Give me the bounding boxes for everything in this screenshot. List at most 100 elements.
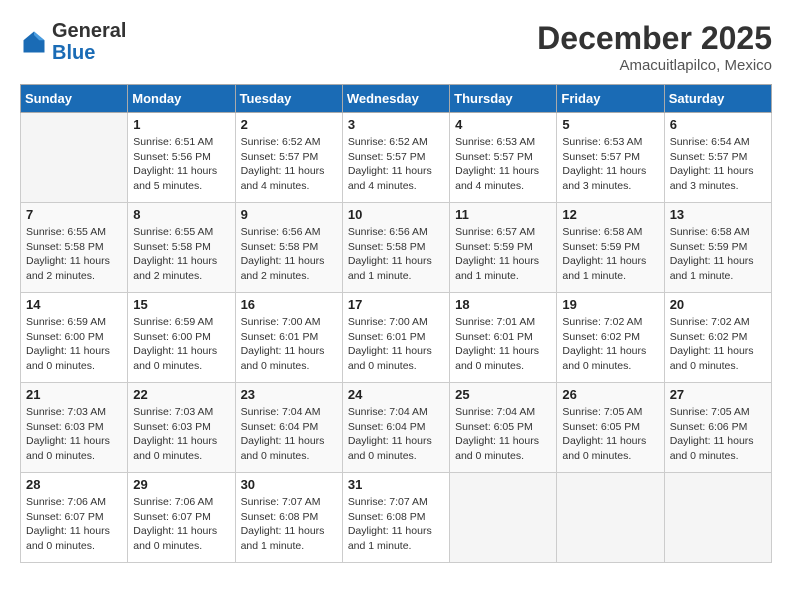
day-number: 1 xyxy=(133,117,229,132)
day-cell: 16Sunrise: 7:00 AMSunset: 6:01 PMDayligh… xyxy=(235,293,342,383)
day-cell: 20Sunrise: 7:02 AMSunset: 6:02 PMDayligh… xyxy=(664,293,771,383)
day-cell: 15 Sunrise: 6:59 AMSunset: 6:00 PMDayligh… xyxy=(128,293,235,383)
day-cell: 14 Sunrise: 6:59 AMSunset: 6:00 PMDayligh… xyxy=(21,293,128,383)
day-number: 6 xyxy=(670,117,766,132)
day-cell xyxy=(557,473,664,563)
day-cell: 22 Sunrise: 7:03 AMSunset: 6:03 PMDayligh… xyxy=(128,383,235,473)
day-number: 27 xyxy=(670,387,766,402)
day-number: 12 xyxy=(562,207,658,222)
day-number: 15 xyxy=(133,297,229,312)
day-cell xyxy=(664,473,771,563)
day-number: 14 xyxy=(26,297,122,312)
day-number: 17 xyxy=(348,297,444,312)
day-cell: 27 Sunrise: 7:05 AMSunset: 6:06 PMDayligh… xyxy=(664,383,771,473)
day-number: 20 xyxy=(670,297,766,312)
day-number: 31 xyxy=(348,477,444,492)
day-number: 26 xyxy=(562,387,658,402)
day-info: Sunrise: 7:00 AMSunset: 6:01 PMDaylight:… xyxy=(241,315,337,374)
day-info: Sunrise: 6:52 AMSunset: 5:57 PMDaylight:… xyxy=(348,135,444,194)
logo-blue: Blue xyxy=(52,42,95,64)
day-info: Sunrise: 6:54 AMSunset: 5:57 PMDaylight:… xyxy=(670,135,766,194)
day-number: 2 xyxy=(241,117,337,132)
day-info: Sunrise: 6:52 AMSunset: 5:57 PMDaylight:… xyxy=(241,135,337,194)
day-info: Sunrise: 7:05 AMSunset: 6:06 PMDaylight:… xyxy=(670,405,766,464)
day-number: 30 xyxy=(241,477,337,492)
day-cell: 17 Sunrise: 7:00 AMSunset: 6:01 PMDayligh… xyxy=(342,293,449,383)
day-info: Sunrise: 7:06 AMSunset: 6:07 PMDaylight:… xyxy=(133,495,229,554)
day-cell: 18Sunrise: 7:01 AMSunset: 6:01 PMDayligh… xyxy=(450,293,557,383)
day-cell: 9 Sunrise: 6:56 AMSunset: 5:58 PMDaylight… xyxy=(235,203,342,293)
day-number: 13 xyxy=(670,207,766,222)
day-cell xyxy=(21,113,128,203)
day-info: Sunrise: 6:56 AMSunset: 5:58 PMDaylight:… xyxy=(348,225,444,284)
day-info: Sunrise: 7:05 AMSunset: 6:05 PMDaylight:… xyxy=(562,405,658,464)
day-info: Sunrise: 6:53 AMSunset: 5:57 PMDaylight:… xyxy=(455,135,551,194)
weekday-header: Thursday xyxy=(450,85,557,113)
day-cell: 6 Sunrise: 6:54 AMSunset: 5:57 PMDaylight… xyxy=(664,113,771,203)
day-number: 19 xyxy=(562,297,658,312)
page-header: General Blue December 2025 Amacuitlapilc… xyxy=(20,20,772,74)
day-number: 29 xyxy=(133,477,229,492)
day-info: Sunrise: 6:55 AMSunset: 5:58 PMDaylight:… xyxy=(133,225,229,284)
day-cell: 30 Sunrise: 7:07 AMSunset: 6:08 PMDayligh… xyxy=(235,473,342,563)
weekday-header: Wednesday xyxy=(342,85,449,113)
day-cell: 21 Sunrise: 7:03 AMSunset: 6:03 PMDayligh… xyxy=(21,383,128,473)
day-info: Sunrise: 7:04 AMSunset: 6:04 PMDaylight:… xyxy=(348,405,444,464)
day-cell: 5Sunrise: 6:53 AMSunset: 5:57 PMDaylight… xyxy=(557,113,664,203)
day-info: Sunrise: 7:04 AMSunset: 6:05 PMDaylight:… xyxy=(455,405,551,464)
day-cell: 24 Sunrise: 7:04 AMSunset: 6:04 PMDayligh… xyxy=(342,383,449,473)
day-number: 28 xyxy=(26,477,122,492)
day-cell: 19 Sunrise: 7:02 AMSunset: 6:02 PMDayligh… xyxy=(557,293,664,383)
day-info: Sunrise: 6:58 AMSunset: 5:59 PMDaylight:… xyxy=(562,225,658,284)
logo-icon xyxy=(20,28,48,56)
day-info: Sunrise: 7:07 AMSunset: 6:08 PMDaylight:… xyxy=(348,495,444,554)
week-row: 14 Sunrise: 6:59 AMSunset: 6:00 PMDayligh… xyxy=(21,293,772,383)
calendar-header: SundayMondayTuesdayWednesdayThursdayFrid… xyxy=(21,85,772,113)
day-cell: 31 Sunrise: 7:07 AMSunset: 6:08 PMDayligh… xyxy=(342,473,449,563)
day-number: 22 xyxy=(133,387,229,402)
day-number: 9 xyxy=(241,207,337,222)
day-cell: 1Sunrise: 6:51 AMSunset: 5:56 PMDaylight… xyxy=(128,113,235,203)
day-info: Sunrise: 6:57 AMSunset: 5:59 PMDaylight:… xyxy=(455,225,551,284)
day-info: Sunrise: 6:59 AMSunset: 6:00 PMDaylight:… xyxy=(133,315,229,374)
calendar: SundayMondayTuesdayWednesdayThursdayFrid… xyxy=(20,84,772,563)
weekday-header: Sunday xyxy=(21,85,128,113)
day-cell: 23Sunrise: 7:04 AMSunset: 6:04 PMDayligh… xyxy=(235,383,342,473)
day-info: Sunrise: 7:03 AMSunset: 6:03 PMDaylight:… xyxy=(133,405,229,464)
weekday-header: Saturday xyxy=(664,85,771,113)
day-info: Sunrise: 7:02 AMSunset: 6:02 PMDaylight:… xyxy=(562,315,658,374)
week-row: 28 Sunrise: 7:06 AMSunset: 6:07 PMDayligh… xyxy=(21,473,772,563)
day-info: Sunrise: 7:07 AMSunset: 6:08 PMDaylight:… xyxy=(241,495,337,554)
day-info: Sunrise: 6:53 AMSunset: 5:57 PMDaylight:… xyxy=(562,135,658,194)
day-cell xyxy=(450,473,557,563)
day-number: 4 xyxy=(455,117,551,132)
week-row: 7 Sunrise: 6:55 AMSunset: 5:58 PMDaylight… xyxy=(21,203,772,293)
day-number: 21 xyxy=(26,387,122,402)
day-info: Sunrise: 7:00 AMSunset: 6:01 PMDaylight:… xyxy=(348,315,444,374)
day-cell: 12 Sunrise: 6:58 AMSunset: 5:59 PMDayligh… xyxy=(557,203,664,293)
day-cell: 8Sunrise: 6:55 AMSunset: 5:58 PMDaylight… xyxy=(128,203,235,293)
day-info: Sunrise: 6:59 AMSunset: 6:00 PMDaylight:… xyxy=(26,315,122,374)
week-row: 21 Sunrise: 7:03 AMSunset: 6:03 PMDayligh… xyxy=(21,383,772,473)
day-info: Sunrise: 7:03 AMSunset: 6:03 PMDaylight:… xyxy=(26,405,122,464)
day-info: Sunrise: 6:58 AMSunset: 5:59 PMDaylight:… xyxy=(670,225,766,284)
weekday-row: SundayMondayTuesdayWednesdayThursdayFrid… xyxy=(21,85,772,113)
day-cell: 28Sunrise: 7:06 AMSunset: 6:07 PMDayligh… xyxy=(21,473,128,563)
weekday-header: Monday xyxy=(128,85,235,113)
day-number: 11 xyxy=(455,207,551,222)
day-info: Sunrise: 6:56 AMSunset: 5:58 PMDaylight:… xyxy=(241,225,337,284)
day-number: 25 xyxy=(455,387,551,402)
day-number: 7 xyxy=(26,207,122,222)
day-cell: 2 Sunrise: 6:52 AMSunset: 5:57 PMDaylight… xyxy=(235,113,342,203)
day-cell: 13 Sunrise: 6:58 AMSunset: 5:59 PMDayligh… xyxy=(664,203,771,293)
day-cell: 4 Sunrise: 6:53 AMSunset: 5:57 PMDaylight… xyxy=(450,113,557,203)
day-number: 24 xyxy=(348,387,444,402)
location: Amacuitlapilco, Mexico xyxy=(537,57,772,74)
day-cell: 25 Sunrise: 7:04 AMSunset: 6:05 PMDayligh… xyxy=(450,383,557,473)
day-number: 3 xyxy=(348,117,444,132)
day-number: 18 xyxy=(455,297,551,312)
day-info: Sunrise: 6:55 AMSunset: 5:58 PMDaylight:… xyxy=(26,225,122,284)
day-number: 23 xyxy=(241,387,337,402)
month-title: December 2025 xyxy=(537,20,772,57)
day-cell: 29 Sunrise: 7:06 AMSunset: 6:07 PMDayligh… xyxy=(128,473,235,563)
